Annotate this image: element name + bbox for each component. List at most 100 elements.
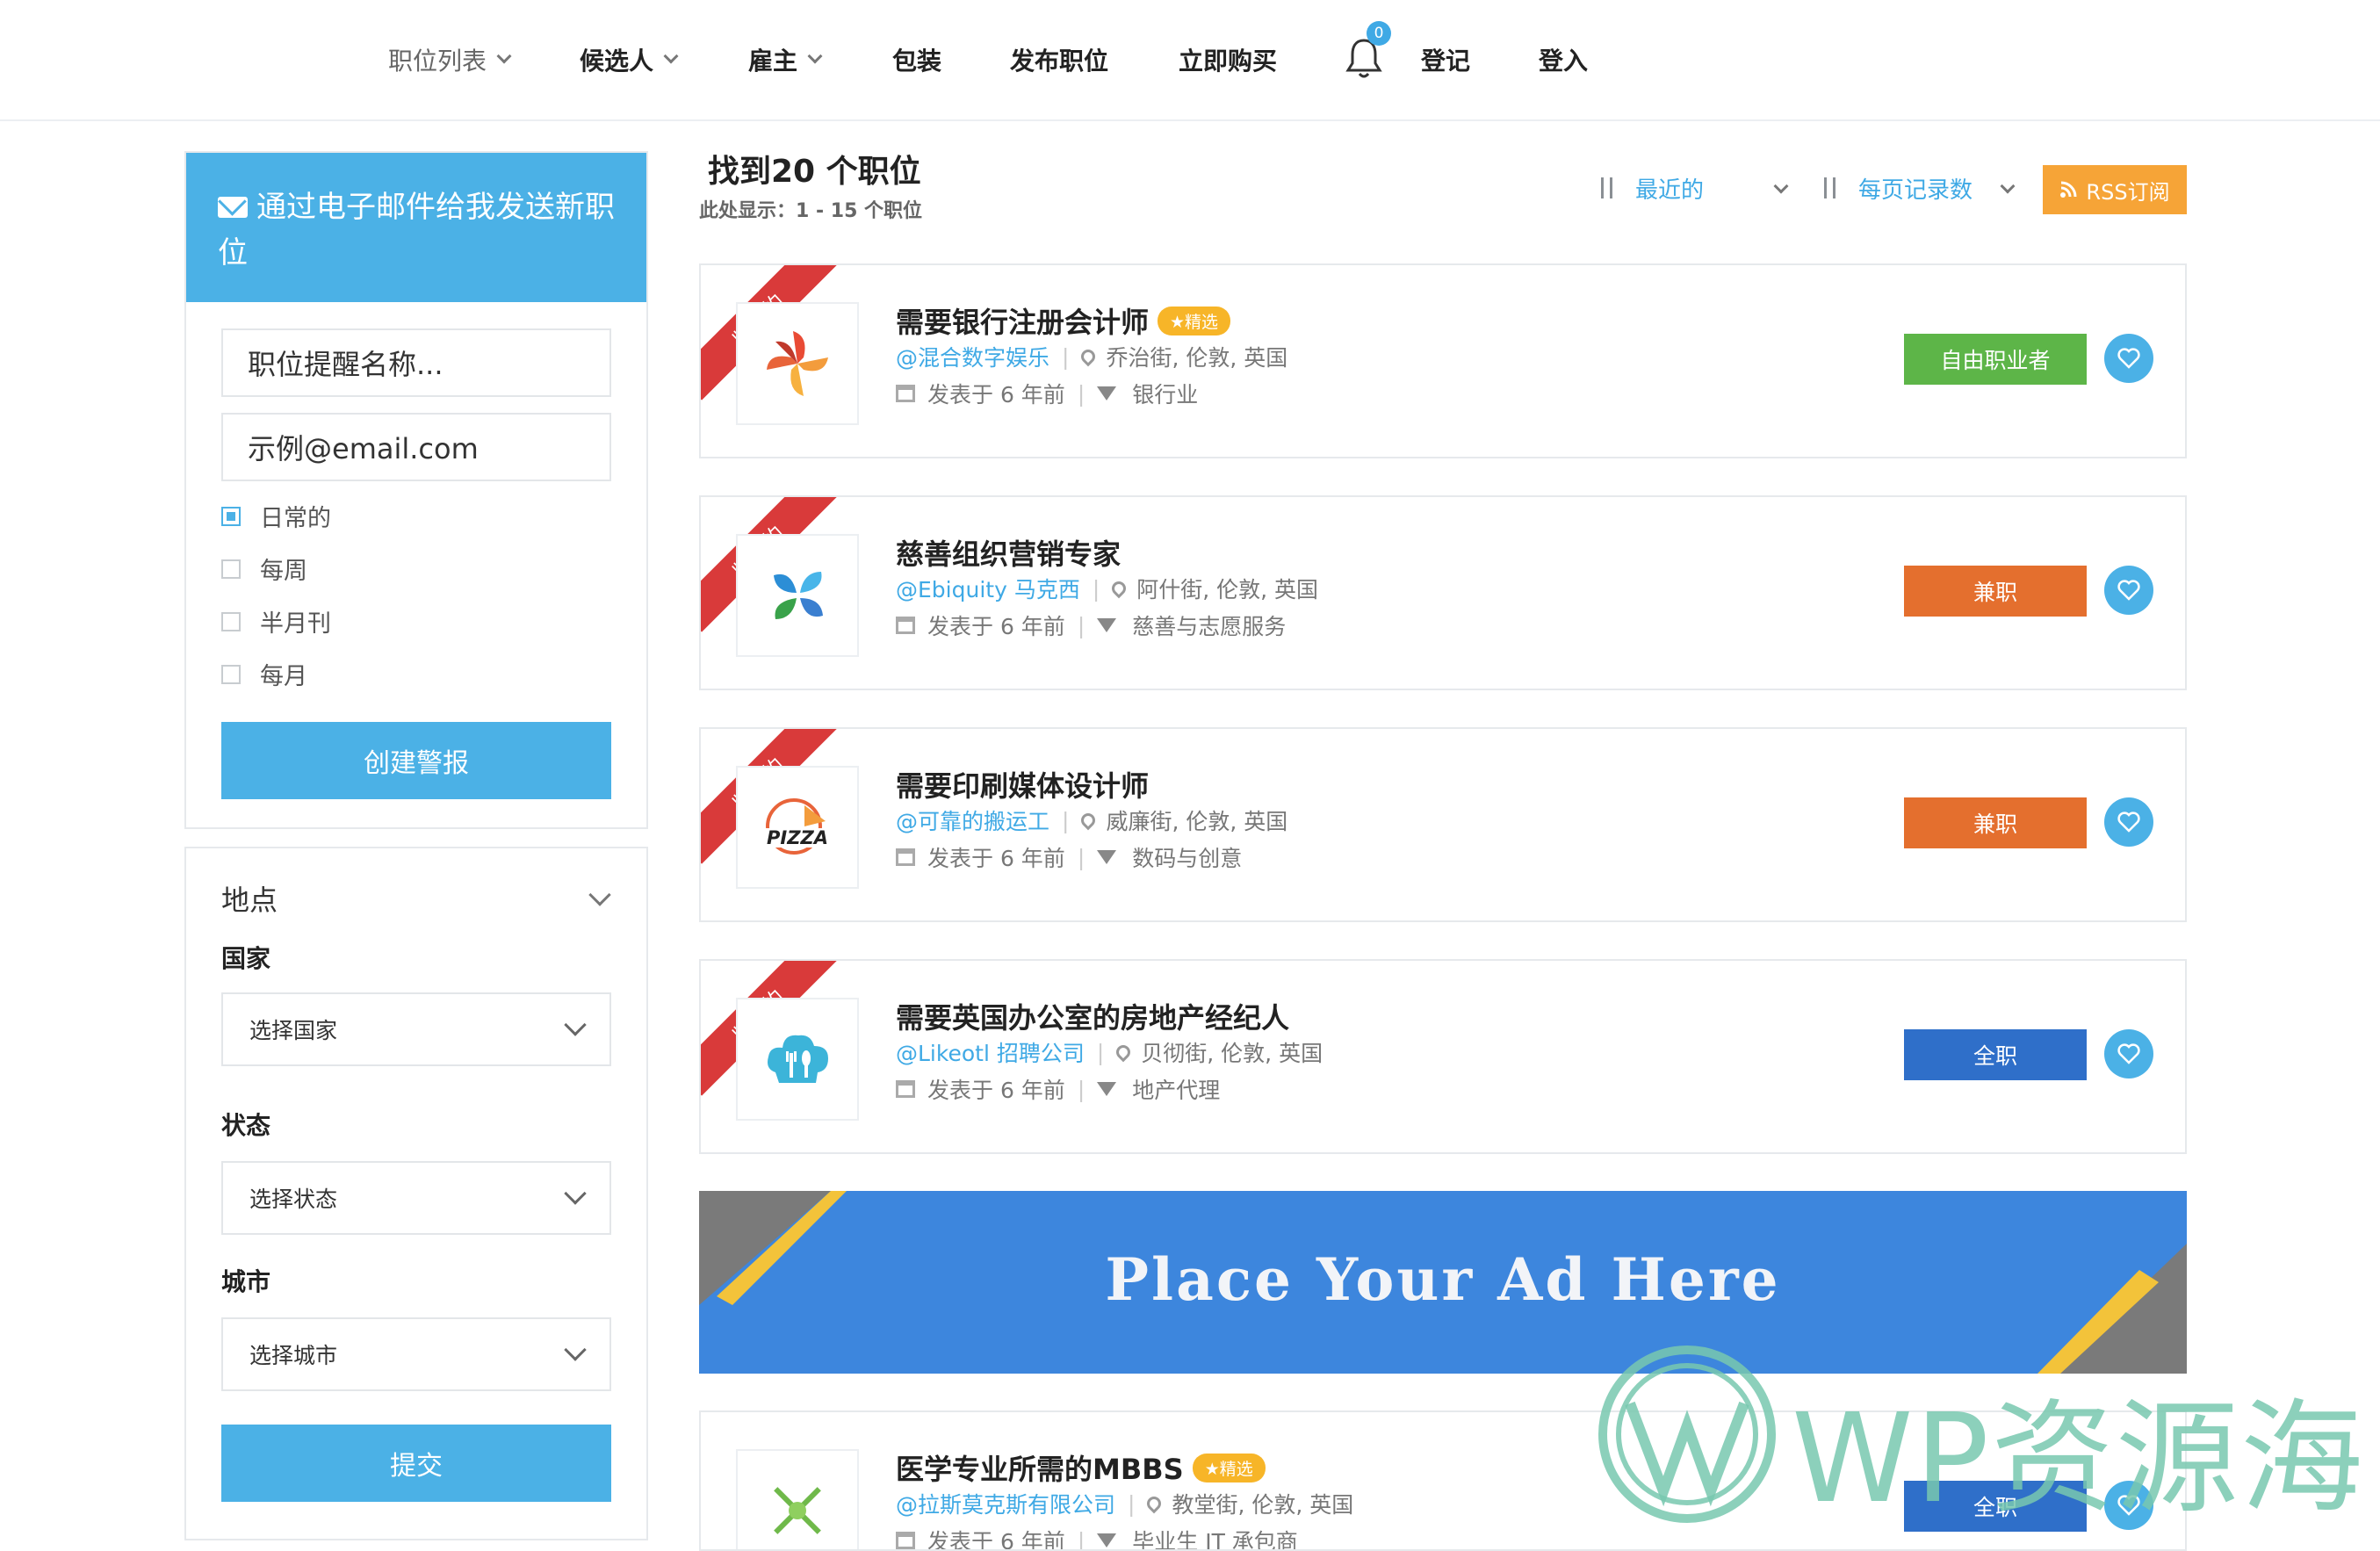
frequency-monthly[interactable]: 每月 xyxy=(221,657,307,691)
filter-icon xyxy=(1097,1533,1117,1547)
filter-icon xyxy=(1097,386,1117,400)
job-card[interactable]: 紧迫的 慈善组织营销专家 @Ebiquity 马克西 | 阿什街, 伦敦, 英国… xyxy=(699,495,2187,690)
calendar-icon xyxy=(896,1080,915,1098)
rss-button[interactable]: RSS订阅 xyxy=(2043,165,2187,214)
notification-count-badge: 0 xyxy=(1367,21,1391,46)
job-location: 乔治街, 伦敦, 英国 xyxy=(1106,345,1288,371)
calendar-icon xyxy=(896,617,915,634)
chevron-down-icon xyxy=(496,48,512,64)
job-category: 慈善与志愿服务 xyxy=(1132,614,1287,639)
job-location: 教堂街, 伦敦, 英国 xyxy=(1172,1492,1354,1518)
create-alert-button[interactable]: 创建警报 xyxy=(221,722,611,799)
job-card[interactable]: 紧迫的 需要银行注册会计师 ★精选 @混合数字娱乐 | 乔治街, 伦敦, 英国 … xyxy=(699,263,2187,458)
sort-icon xyxy=(1597,176,1618,202)
calendar-icon xyxy=(896,1532,915,1549)
checkbox[interactable] xyxy=(221,506,241,526)
job-posted: 发表于 6 年前 xyxy=(927,1529,1065,1551)
company-link[interactable]: @可靠的搬运工 xyxy=(896,804,1049,836)
filter-icon xyxy=(1097,618,1117,632)
chevron-down-icon[interactable] xyxy=(1773,178,1789,194)
per-page-dropdown[interactable]: 每页记录数 xyxy=(1820,172,1973,205)
job-category: 数码与创意 xyxy=(1132,846,1243,871)
job-location: 贝彻街, 伦敦, 英国 xyxy=(1141,1041,1323,1066)
job-company-location: @拉斯莫克斯有限公司 | 教堂街, 伦敦, 英国 xyxy=(896,1488,1353,1519)
city-select[interactable]: 选择城市 xyxy=(221,1317,611,1391)
alert-email-input[interactable]: 示例@email.com xyxy=(221,413,611,481)
chevron-down-icon[interactable] xyxy=(2000,178,2016,194)
rss-icon xyxy=(2060,181,2077,198)
location-title: 地点 xyxy=(221,884,278,917)
job-card[interactable]: 紧迫的 PIZZA 需要印刷媒体设计师 @可靠的搬运工 | 威廉街, 伦敦, 英… xyxy=(699,727,2187,922)
favorite-button[interactable] xyxy=(2104,334,2153,383)
frequency-biweekly[interactable]: 半月刊 xyxy=(221,604,331,638)
job-company-location: @Ebiquity 马克西 | 阿什街, 伦敦, 英国 xyxy=(896,573,1318,604)
job-title[interactable]: 医学专业所需的MBBS xyxy=(896,1447,1184,1488)
checkbox[interactable] xyxy=(221,611,241,631)
company-logo: PIZZA xyxy=(736,766,859,889)
map-pin-icon xyxy=(1108,578,1129,599)
job-type-badge[interactable]: 兼职 xyxy=(1904,797,2087,848)
frequency-daily[interactable]: 日常的 xyxy=(221,499,331,533)
chevron-down-icon xyxy=(807,48,823,64)
location-filter-panel: 地点 国家 选择国家 状态 选择状态 城市 选择城市 提交 xyxy=(184,847,648,1540)
job-title[interactable]: 需要英国办公室的房地产经纪人 xyxy=(896,996,1289,1036)
pizza-logo-text: PIZZA xyxy=(767,827,828,848)
frequency-label: 日常的 xyxy=(260,505,331,532)
nav-item-candidates[interactable]: 候选人 xyxy=(580,42,679,77)
job-posted-category: 发表于 6 年前 | 银行业 xyxy=(896,378,1198,409)
chevron-down-icon xyxy=(564,1014,587,1036)
nav-item-packages[interactable]: 包装 xyxy=(892,42,941,77)
chevron-down-icon xyxy=(663,48,679,64)
job-company-location: @Likeotl 招聘公司 | 贝彻街, 伦敦, 英国 xyxy=(896,1036,1323,1068)
nav-item-post-job[interactable]: 发布职位 xyxy=(1010,42,1108,77)
nav-label: 登入 xyxy=(1539,47,1589,76)
featured-badge: ★精选 xyxy=(1192,1453,1266,1482)
country-select[interactable]: 选择国家 xyxy=(221,992,611,1066)
job-type-badge[interactable]: 兼职 xyxy=(1904,566,2087,617)
job-alert-title: 通过电子邮件给我发送新职位 xyxy=(218,190,615,271)
frequency-label: 每周 xyxy=(260,558,307,585)
nav-label: 候选人 xyxy=(580,47,654,76)
chevron-down-icon[interactable] xyxy=(588,884,611,906)
checkbox[interactable] xyxy=(221,559,241,579)
envelope-icon xyxy=(218,197,248,218)
sort-label: 最近的 xyxy=(1635,177,1705,204)
favorite-button[interactable] xyxy=(2104,1029,2153,1078)
sort-dropdown[interactable]: 最近的 xyxy=(1597,172,1704,205)
chevron-down-icon xyxy=(564,1338,587,1361)
state-select[interactable]: 选择状态 xyxy=(221,1161,611,1235)
job-category: 银行业 xyxy=(1132,382,1199,408)
company-link[interactable]: @混合数字娱乐 xyxy=(896,341,1049,372)
state-label: 状态 xyxy=(221,1111,271,1140)
job-posted: 发表于 6 年前 xyxy=(927,846,1065,871)
company-link[interactable]: @拉斯莫克斯有限公司 xyxy=(896,1488,1115,1519)
job-title[interactable]: 需要印刷媒体设计师 xyxy=(896,764,1149,804)
job-title[interactable]: 需要银行注册会计师 xyxy=(896,300,1149,341)
job-alert-panel: 通过电子邮件给我发送新职位 职位提醒名称... 示例@email.com 日常的… xyxy=(184,151,648,829)
job-type-badge[interactable]: 自由职业者 xyxy=(1904,334,2087,385)
company-link[interactable]: @Likeotl 招聘公司 xyxy=(896,1036,1085,1068)
pizza-logo-icon: PIZZA xyxy=(759,798,836,855)
job-card[interactable]: 紧迫的 需要英国办公室的房地产经纪人 @Likeotl 招聘公司 | 贝彻街, … xyxy=(699,959,2187,1154)
job-title[interactable]: 慈善组织营销专家 xyxy=(896,532,1121,573)
company-logo xyxy=(736,998,859,1121)
nav-item-buy-now[interactable]: 立即购买 xyxy=(1179,42,1277,77)
company-logo xyxy=(736,534,859,657)
per-page-label: 每页记录数 xyxy=(1858,177,1973,204)
nav-item-job-list[interactable]: 职位列表 xyxy=(388,42,512,77)
ad-banner[interactable]: Place Your Ad Here xyxy=(699,1191,2187,1374)
checkbox[interactable] xyxy=(221,664,241,684)
nav-item-register[interactable]: 登记 xyxy=(1421,42,1470,77)
calendar-icon xyxy=(896,385,915,402)
heart-icon xyxy=(2117,348,2140,369)
frequency-weekly[interactable]: 每周 xyxy=(221,552,307,586)
job-type-badge[interactable]: 全职 xyxy=(1904,1029,2087,1080)
favorite-button[interactable] xyxy=(2104,566,2153,615)
alert-name-input[interactable]: 职位提醒名称... xyxy=(221,328,611,397)
nav-item-login[interactable]: 登入 xyxy=(1539,42,1588,77)
favorite-button[interactable] xyxy=(2104,797,2153,847)
location-submit-button[interactable]: 提交 xyxy=(221,1425,611,1502)
company-link[interactable]: @Ebiquity 马克西 xyxy=(896,573,1080,604)
select-value: 选择状态 xyxy=(249,1187,338,1212)
nav-item-employers[interactable]: 雇主 xyxy=(748,42,823,77)
